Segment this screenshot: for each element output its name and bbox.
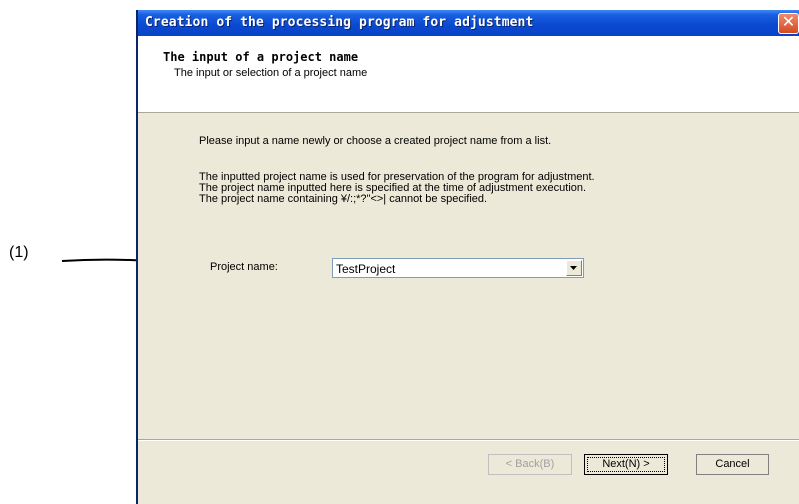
instruction-text: Please input a name newly or choose a cr… (199, 135, 552, 147)
wizard-dialog: Creation of the processing program for a… (136, 10, 799, 504)
note-line-3: The project name containing ¥/:;*?"<>| c… (199, 193, 488, 205)
step-title: The input of a project name (163, 50, 359, 64)
header-panel: The input of a project name The input or… (138, 36, 799, 113)
project-name-value: TestProject (336, 262, 396, 276)
close-button[interactable]: ✕ (778, 13, 799, 34)
title-bar[interactable]: Creation of the processing program for a… (138, 10, 799, 36)
step-subtitle: The input or selection of a project name (174, 67, 368, 79)
project-name-label: Project name: (210, 261, 278, 273)
footer-divider (138, 439, 799, 441)
cancel-button[interactable]: Cancel (696, 454, 769, 475)
dropdown-button[interactable] (566, 260, 582, 276)
project-name-combobox[interactable]: TestProject (332, 258, 584, 278)
chevron-down-icon (570, 266, 577, 270)
next-button[interactable]: Next(N) > (584, 454, 668, 475)
window-title: Creation of the processing program for a… (145, 15, 534, 30)
back-button[interactable]: < Back(B) (488, 454, 572, 475)
close-icon: ✕ (781, 14, 796, 31)
screenshot-stage: (1) Creation of the processing program f… (0, 0, 799, 504)
